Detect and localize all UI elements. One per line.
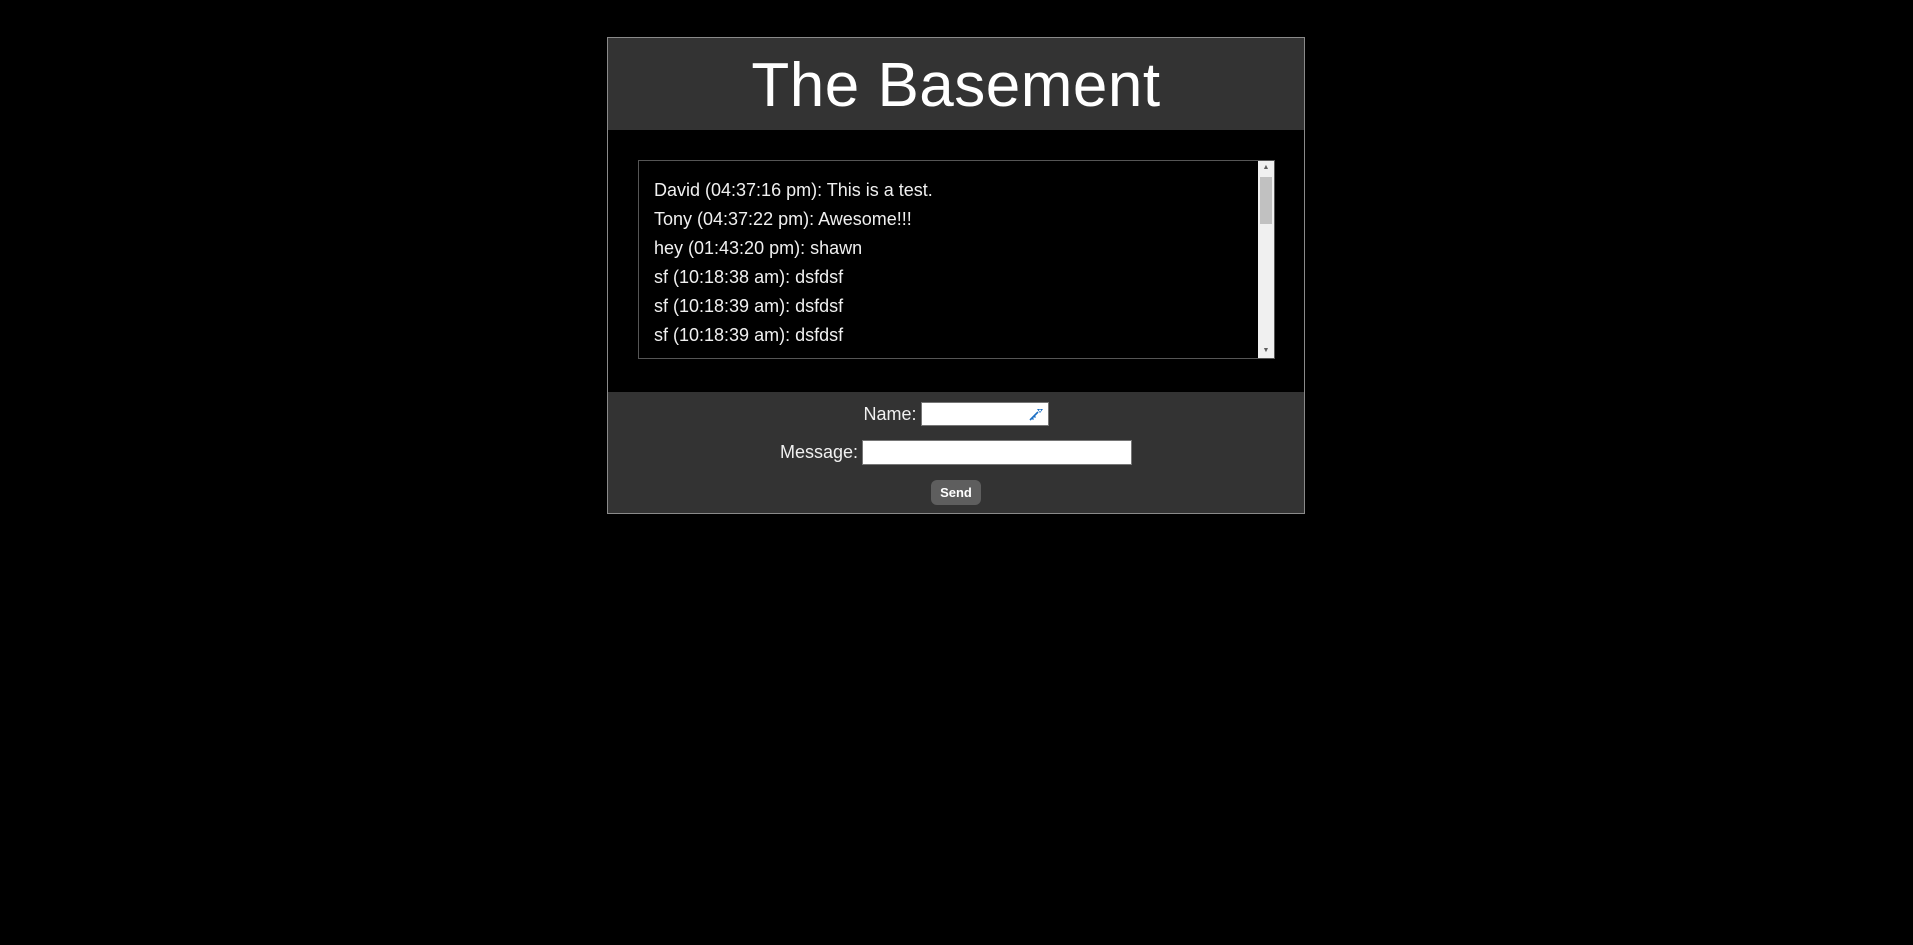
chat-area: David (04:37:16 pm): This is a test. Ton… xyxy=(608,130,1304,392)
chat-container: The Basement David (04:37:16 pm): This i… xyxy=(607,37,1305,514)
scroll-thumb[interactable] xyxy=(1260,177,1272,224)
chat-message: hey (01:43:20 pm): shawn xyxy=(654,238,863,258)
header: The Basement xyxy=(608,38,1304,130)
send-row: Send xyxy=(608,480,1304,505)
send-button[interactable]: Send xyxy=(931,480,981,505)
page-title: The Basement xyxy=(751,51,1161,120)
chat-message: sf (10:18:39 am): dsfdsf xyxy=(654,325,844,345)
name-row: Name: xyxy=(608,402,1304,426)
chat-log[interactable]: David (04:37:16 pm): This is a test. Ton… xyxy=(638,160,1275,359)
chat-message: sf (10:18:38 am): dsfdsf xyxy=(654,267,844,287)
name-input-wrapper xyxy=(920,402,1049,426)
scroll-up-arrow-icon[interactable]: ▲ xyxy=(1258,161,1274,175)
chat-scrollbar[interactable]: ▲ ▼ xyxy=(1258,161,1274,358)
message-row: Message: xyxy=(608,440,1304,465)
chat-message: sf (10:18:39 am): dsfdsf xyxy=(654,296,844,316)
scroll-down-arrow-icon[interactable]: ▼ xyxy=(1258,344,1274,358)
message-form: Name: Message: Send xyxy=(608,392,1304,513)
message-label: Message: xyxy=(779,442,859,462)
key-icon[interactable] xyxy=(1028,406,1045,422)
chat-message: David (04:37:16 pm): This is a test. xyxy=(654,180,933,200)
message-list: David (04:37:16 pm): This is a test. Ton… xyxy=(654,176,1254,350)
chat-message: Tony (04:37:22 pm): Awesome!!! xyxy=(654,209,912,229)
message-input[interactable] xyxy=(862,440,1133,465)
name-label: Name: xyxy=(863,403,917,424)
